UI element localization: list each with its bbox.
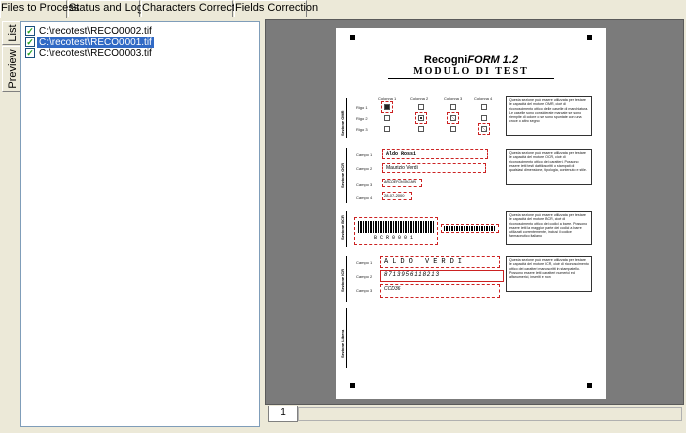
ocr-value: 28-07-2000 [384,193,405,198]
omr-col: Colonna 3 [444,96,463,101]
omr-zone [478,123,490,135]
file-row[interactable]: ✓ C:\recotest\RECO0003.tif [23,48,259,59]
omr-zone [381,101,393,113]
document-page: RecogniFORM 1.2 MODULO DI TEST Sezione O… [336,28,606,399]
ocr-field-label: Campo 2 [356,166,373,171]
ocr-field-label: Campo 4 [356,195,373,200]
section-label-ocr: Sezione OCR [340,162,345,188]
section-label-omr: Sezione OMR [340,110,345,136]
omr-box [481,115,487,121]
document-title: RecogniFORM 1.2 [336,54,606,66]
ocr-value: Maurizio Verdi [386,165,418,171]
omr-box [418,126,424,132]
barcode-image [358,221,434,233]
section-label-libera: Sezione Libera [340,329,345,358]
icr-description: Questa sezione può essere utilizzata per… [506,256,592,292]
section-bar [346,148,347,203]
file-list[interactable]: ✓ C:\recotest\RECO0002.tif ✓ C:\recotest… [20,21,260,427]
omr-zone [447,112,459,124]
bcr-value: BCR0001 [374,235,417,241]
section-bar [346,211,347,247]
omr-row: Rigo 2 [356,116,368,121]
title-emphasis: FORM 1.2 [467,54,519,66]
file-name[interactable]: C:\recotest\RECO0003.tif [37,48,154,59]
tab-fields-correction[interactable]: Fields Correction [234,0,318,17]
file-checkbox[interactable]: ✓ [25,26,35,36]
omr-col: Colonna 4 [474,96,493,101]
ocr-value: Aldo Rossi [386,151,417,157]
omr-box [384,126,390,132]
icr-value: ALDO VERDI [384,258,467,266]
section-label-icr: Sezione ICR [340,268,345,292]
side-tab-preview[interactable]: Preview [2,46,20,92]
omr-col: Colonna 2 [410,96,429,101]
file-row[interactable]: ✓ C:\recotest\RECO0002.tif [23,26,259,37]
omr-zone [415,112,427,124]
registration-mark [587,383,592,388]
omr-box [481,104,487,110]
section-bar [346,98,347,138]
omr-row: Rigo 3 [356,127,368,132]
ocr-description: Questa sezione può essere utilizzata per… [506,149,592,185]
omr-box [450,126,456,132]
document-preview[interactable]: RecogniFORM 1.2 MODULO DI TEST Sezione O… [265,19,684,405]
title-prefix: Recogni [423,54,468,66]
ocr-field-label: Campo 3 [356,182,373,187]
icr-field-label: Campo 3 [356,288,373,293]
main-tabbar: Files to Process Status and Log Characte… [0,0,686,18]
side-tab-preview-label: Preview [7,49,19,89]
omr-box [418,104,424,110]
title-rule [388,78,554,79]
side-tabbar: List Preview [2,21,20,431]
page-tab-1[interactable]: 1 [268,406,298,422]
bcr-description: Questa sezione può essere utilizzata per… [506,211,592,245]
omr-box [384,115,390,121]
icr-value: 8713956118213 [384,272,440,278]
document-subtitle: MODULO DI TEST [413,66,529,77]
section-label-bcr: Sezione BCR [340,215,345,240]
icr-value: CCD36 [384,286,401,292]
page-tabbar: 1 [265,405,684,429]
ocr-value: ABCDEFGHIJKLMN [384,180,416,184]
section-bar [346,308,347,368]
barcode-image [444,226,496,231]
registration-mark [350,35,355,40]
file-checkbox[interactable]: ✓ [25,48,35,58]
tab-characters-correction[interactable]: Characters Correction [141,0,250,17]
file-checkbox[interactable]: ✓ [25,37,35,47]
registration-mark [587,35,592,40]
registration-mark [350,383,355,388]
horizontal-scrollbar[interactable] [298,407,682,421]
icr-field-label: Campo 2 [356,274,373,279]
file-row[interactable]: ✓ C:\recotest\RECO0001.tif [23,37,259,48]
omr-row: Rigo 1 [356,105,368,110]
ocr-field-label: Campo 1 [356,152,373,157]
tab-files-to-process[interactable]: Files to Process [0,0,79,18]
omr-box [450,104,456,110]
file-name[interactable]: C:\recotest\RECO0002.tif [37,26,154,37]
icr-field-label: Campo 1 [356,260,373,265]
file-name[interactable]: C:\recotest\RECO0001.tif [37,37,154,48]
section-bar [346,256,347,302]
omr-description: Questa sezione può essere utilizzata per… [506,96,592,136]
